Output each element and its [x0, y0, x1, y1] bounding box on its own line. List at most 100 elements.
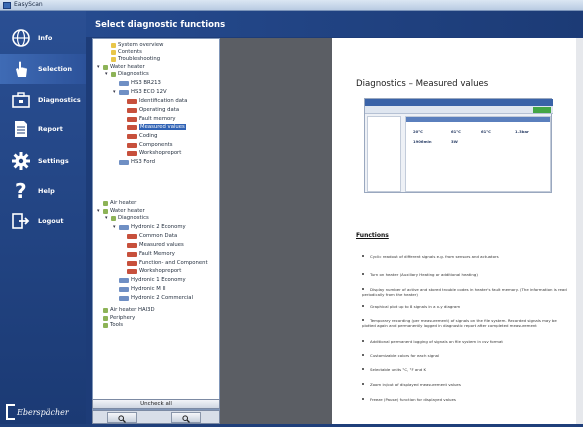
mini-value: 1.3bar	[515, 129, 529, 134]
tree-node[interactable]: Components	[121, 141, 173, 149]
folder-icon	[103, 200, 108, 206]
tree-node[interactable]: Measured values	[121, 241, 184, 249]
function-icon	[127, 268, 137, 274]
page-title: Select diagnostic functions	[95, 20, 226, 30]
tree-node[interactable]: Tools	[97, 321, 123, 329]
nav-report[interactable]: Report	[0, 114, 86, 144]
folder-icon	[103, 315, 108, 321]
tree-node[interactable]: Fault Memory	[121, 250, 175, 258]
function-icon	[127, 233, 137, 239]
nav-logout-label: Logout	[38, 217, 64, 225]
folder-icon	[103, 208, 108, 214]
function-icon	[127, 98, 137, 104]
title-bar: EasyScan	[0, 0, 583, 11]
function-item: Cyclic readout of different signals e.g.…	[362, 254, 567, 259]
function-tree: System overview Contents Troubleshooting ▾ W…	[92, 38, 220, 410]
tree-node[interactable]: Workshopreport	[121, 267, 181, 275]
nav-diagnostics-label: Diagnostics	[38, 96, 81, 104]
tree-node[interactable]: Function- and Component	[121, 259, 208, 267]
app-window: EasyScan Info Selection Diagnostics Repo…	[0, 0, 583, 424]
tree-node[interactable]: Workshopreport	[121, 149, 181, 157]
viewer-background	[220, 38, 332, 424]
uncheck-all-button[interactable]: Uncheck all	[92, 399, 220, 409]
tree-node[interactable]: Hydronic 2 Commercial	[113, 294, 193, 302]
function-icon	[127, 107, 137, 113]
tree-node[interactable]: HS3 BR213	[113, 79, 161, 87]
nav-selection-label: Selection	[38, 65, 73, 73]
folder-icon	[103, 64, 108, 70]
zoom-in-button[interactable]	[107, 412, 137, 423]
tree-node[interactable]: ▾ HS3 ECO 12V	[113, 88, 167, 96]
bullet-icon	[362, 255, 364, 257]
function-icon	[127, 124, 137, 130]
bullet-icon	[362, 383, 364, 385]
tree-node[interactable]: Air heater HAI3D	[97, 306, 155, 314]
magnifier-icon	[118, 408, 126, 427]
mini-tree	[367, 116, 401, 192]
functions-heading: Functions	[356, 232, 389, 239]
tree-node[interactable]: Identification data	[121, 97, 187, 105]
module-icon	[119, 89, 129, 95]
module-icon	[119, 80, 129, 86]
tree-node[interactable]: ▾ Diagnostics	[105, 214, 149, 222]
folder-icon	[111, 71, 116, 77]
page-icon	[111, 49, 116, 55]
function-icon	[127, 116, 137, 122]
tree-node[interactable]: Fault memory	[121, 115, 176, 123]
folder-icon	[111, 215, 116, 221]
tree-node[interactable]: Operating data	[121, 106, 179, 114]
tree-node[interactable]: Air heater	[97, 199, 136, 207]
svg-text:?: ?	[15, 180, 27, 202]
bullet-icon	[362, 288, 364, 290]
nav-logout[interactable]: Logout	[0, 206, 86, 236]
nav-help[interactable]: ? Help	[0, 176, 86, 206]
nav-info[interactable]: Info	[0, 23, 86, 53]
tree-node[interactable]: Hydronic 1 Economy	[113, 276, 186, 284]
document-page[interactable]: Diagnostics – Measured values 20°C 61°C …	[332, 38, 583, 424]
document-icon	[10, 118, 32, 140]
tree-node[interactable]: HS3 Ford	[113, 158, 155, 166]
nav-settings[interactable]: Settings	[0, 146, 86, 176]
tree-node[interactable]: Troubleshooting	[105, 55, 160, 63]
nav-info-label: Info	[38, 34, 53, 42]
embedded-screenshot: 20°C 61°C 61°C 1.3bar 1906min 3W	[364, 98, 553, 193]
nav-report-label: Report	[38, 125, 63, 133]
function-item: Zoom in/out of displayed measurement val…	[362, 382, 567, 387]
status-indicator	[533, 107, 551, 113]
magnifier-icon	[182, 408, 190, 427]
nav-settings-label: Settings	[38, 157, 69, 165]
vertical-scrollbar[interactable]	[576, 38, 583, 424]
tree-node[interactable]: Coding	[121, 132, 158, 140]
function-item: Graphical plot up to 8 signals in a x-y …	[362, 304, 567, 309]
function-icon	[127, 133, 137, 139]
module-icon	[119, 295, 129, 301]
window-title: EasyScan	[14, 1, 43, 8]
nav-selection[interactable]: Selection	[0, 54, 86, 84]
toolbox-icon	[10, 89, 32, 111]
question-icon: ?	[10, 180, 32, 202]
zoom-out-button[interactable]	[171, 412, 201, 423]
tree-node[interactable]: Common Data	[121, 232, 177, 240]
function-item: Selectable units °C, °F and K	[362, 367, 567, 372]
function-item: Customizable colors for each signal	[362, 353, 567, 358]
mini-values-panel	[405, 116, 551, 192]
mini-value: 3W	[451, 139, 458, 144]
module-icon	[119, 286, 129, 292]
function-item: Freeze (Pause) function for displayed va…	[362, 397, 567, 402]
tree-node[interactable]: Measured values	[121, 123, 186, 131]
brand-logo: Eberspächer	[6, 404, 69, 420]
bullet-icon	[362, 305, 364, 307]
mini-value: 61°C	[451, 129, 461, 134]
function-icon	[127, 260, 137, 266]
mini-value: 1906min	[413, 139, 432, 144]
module-icon	[119, 224, 129, 230]
tree-node[interactable]: ▾ Diagnostics	[105, 70, 149, 78]
function-icon	[127, 251, 137, 257]
tree-node[interactable]: ▾ Hydronic 2 Economy	[113, 223, 186, 231]
doc-title: Diagnostics – Measured values	[356, 79, 489, 89]
tree-node[interactable]: Hydronic M II	[113, 285, 166, 293]
nav-help-label: Help	[38, 187, 55, 195]
bullet-icon	[362, 340, 364, 342]
nav-diagnostics[interactable]: Diagnostics	[0, 85, 86, 115]
function-item: Display number of active and stored trou…	[362, 287, 567, 297]
